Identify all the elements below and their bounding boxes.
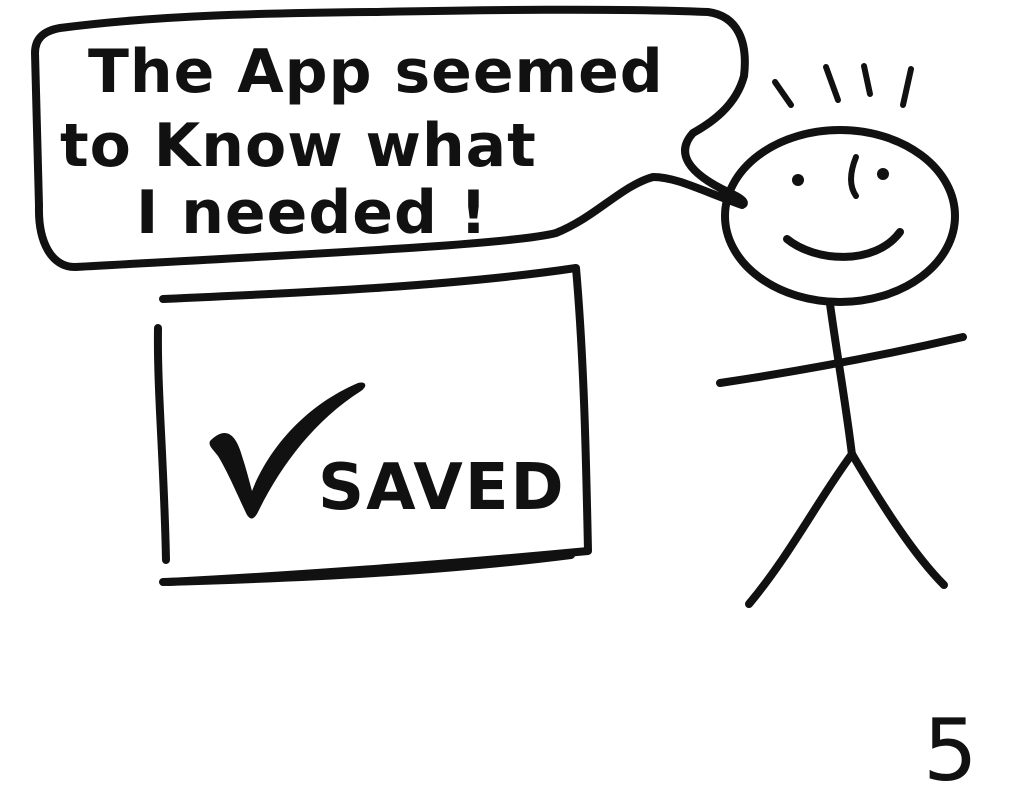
idea-line-1 <box>772 79 794 108</box>
saved-label: SAVED <box>318 451 566 525</box>
speech-bubble-line-3: I needed ! <box>136 178 488 248</box>
speech-bubble-line-1: The App seemed <box>88 37 664 107</box>
right-leg <box>848 450 948 589</box>
saved-box-outline <box>159 264 592 586</box>
left-leg <box>745 450 856 608</box>
nose <box>848 154 859 199</box>
comic-panel: The App seemed to Know what I needed ! S… <box>31 5 978 801</box>
speech-bubble-line-2: to Know what <box>60 111 537 181</box>
left-eye <box>792 174 804 186</box>
saved-box-left-edge <box>153 324 170 564</box>
idea-line-4 <box>900 66 914 108</box>
right-eye <box>877 168 889 180</box>
stick-figure-icon <box>716 63 967 608</box>
head-outline <box>721 126 959 306</box>
page-number: 5 <box>923 701 978 801</box>
smile <box>783 228 904 261</box>
idea-line-3 <box>861 63 873 97</box>
idea-line-2 <box>823 64 841 103</box>
body <box>826 300 856 459</box>
